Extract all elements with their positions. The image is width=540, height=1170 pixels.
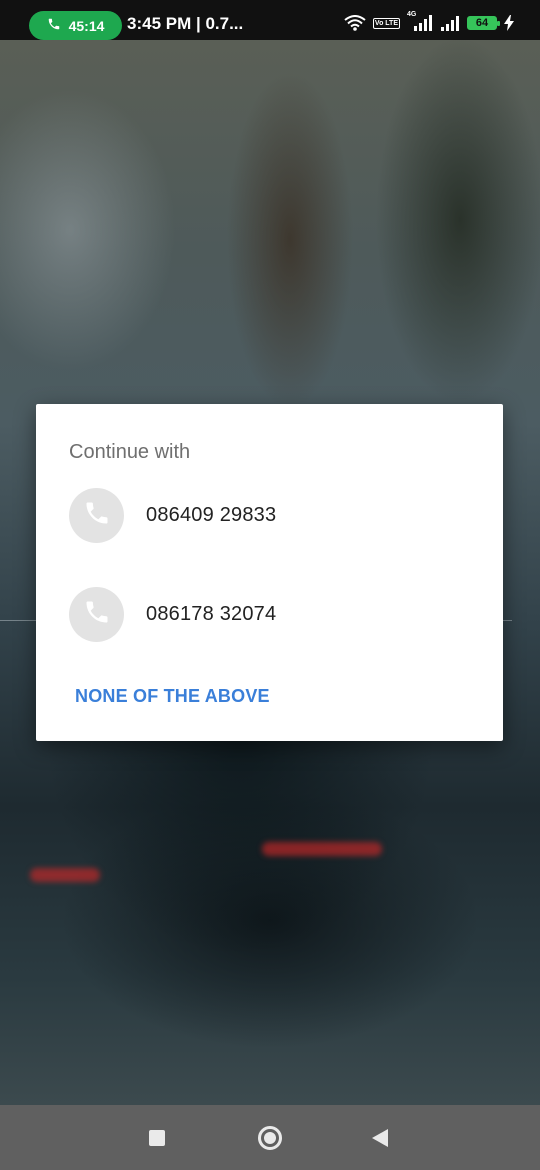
phone-number-label: 086409 29833: [146, 503, 277, 526]
battery-icon: 64: [467, 16, 500, 30]
phone-icon: [83, 499, 111, 532]
battery-level: 64: [475, 17, 489, 29]
avatar: [69, 487, 124, 543]
call-timer: 45:14: [68, 17, 105, 34]
charging-icon: [504, 15, 514, 31]
account-picker-dialog: Continue with 086409 29833 086178 32074 …: [36, 404, 503, 741]
background-taillight: [262, 842, 382, 856]
navigation-bar: [0, 1105, 540, 1170]
volte-icon: Vo LTE: [372, 17, 400, 29]
signal-icon: 4G: [407, 11, 433, 32]
clock: 3:45 PM | 0.7...: [127, 14, 244, 33]
dialog-title: Continue with: [69, 441, 191, 463]
phone-number-option[interactable]: 086409 29833: [36, 479, 503, 551]
avatar: [69, 586, 124, 642]
ongoing-call-pill[interactable]: 45:14: [29, 11, 122, 40]
phone-number-label: 086178 32074: [146, 602, 277, 625]
status-icons: Vo LTE 4G 64: [344, 11, 514, 33]
back-button[interactable]: [372, 1129, 388, 1147]
none-of-the-above-button[interactable]: NONE OF THE ABOVE: [75, 686, 270, 707]
status-bar: 45:14 3:45 PM | 0.7... Vo LTE 4G 64: [0, 0, 540, 40]
wifi-icon: [344, 15, 366, 31]
signal-icon-2: [440, 14, 460, 32]
recents-button[interactable]: [149, 1130, 165, 1146]
phone-number-option[interactable]: 086178 32074: [36, 578, 503, 650]
home-button[interactable]: [258, 1126, 282, 1150]
background-taillight: [30, 868, 100, 882]
phone-icon: [47, 17, 61, 34]
phone-icon: [83, 598, 111, 631]
